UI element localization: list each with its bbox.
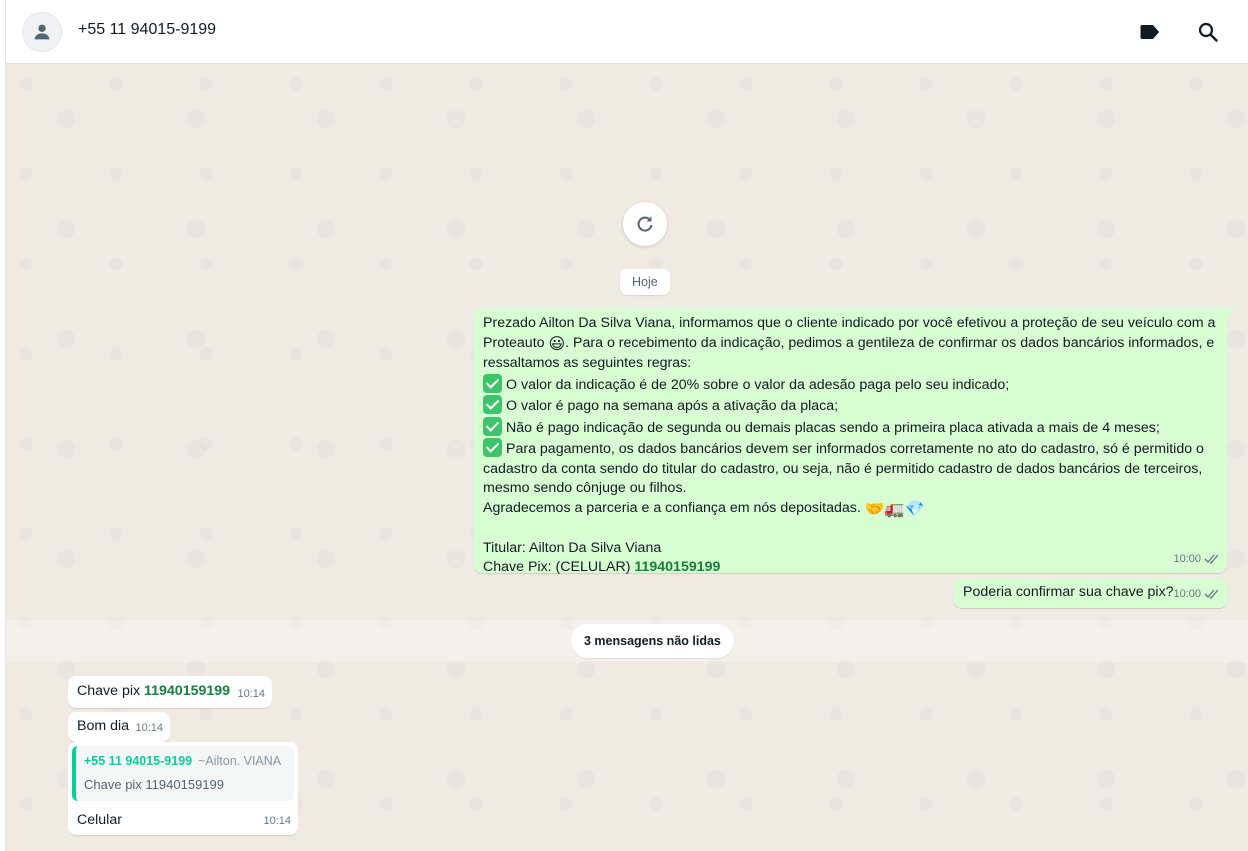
rule-4: Para pagamento, os dados bancários devem…	[483, 438, 1218, 499]
avatar-person-icon	[34, 24, 50, 40]
message-meta: 10:00	[1173, 550, 1220, 570]
search-icon	[1198, 22, 1218, 42]
message-time: 10:14	[263, 814, 291, 827]
message-text: Bom dia	[77, 718, 130, 734]
quote-author: +55 11 94015-9199 ~Ailton. VIANA	[84, 752, 286, 772]
quote-author-name: ~Ailton. VIANA	[198, 754, 282, 768]
thanks-line: Agradecemos a parceria e a confiança em …	[483, 499, 1218, 520]
check-mark-icon	[483, 438, 502, 457]
pix-prefix: Chave Pix: (CELULAR)	[483, 559, 635, 575]
search-button[interactable]	[1196, 20, 1220, 44]
message-time: 10:14	[237, 687, 265, 700]
message-bubble-bom-dia[interactable]: Bom dia 10:14	[68, 712, 170, 742]
message-bubble-quoted-reply[interactable]: +55 11 94015-9199 ~Ailton. VIANA Chave pi…	[68, 742, 298, 835]
message-meta: 10:14	[237, 685, 265, 705]
message-time: 10:00	[1173, 587, 1201, 600]
rule-text: O valor da indicação é de 20% sobre o va…	[506, 376, 1010, 393]
pix-number[interactable]: 11940159199	[634, 559, 720, 575]
smile-emoji: 😃	[548, 335, 566, 353]
bubble-tail	[1227, 308, 1235, 318]
label-icon	[1140, 25, 1159, 39]
label-button[interactable]	[1138, 20, 1162, 44]
rule-text: Não é pago indicação de segunda ou demai…	[506, 419, 1160, 436]
thanks-emojis: 🤝🚛💎	[864, 500, 925, 518]
load-earlier-button[interactable]	[623, 202, 667, 246]
message-meta: 10:14	[263, 812, 291, 832]
quote-author-number: +55 11 94015-9199	[84, 754, 193, 768]
pix-number[interactable]: 11940159199	[144, 683, 230, 699]
message-time: 10:14	[135, 721, 163, 734]
message-bubble-confirm[interactable]: Poderia confirmar sua chave pix? 10:00	[954, 578, 1227, 608]
check-mark-icon	[483, 416, 502, 436]
double-check-icon	[1204, 589, 1219, 600]
message-text: Celular	[77, 812, 122, 828]
message-text: Poderia confirmar sua chave pix?	[963, 584, 1174, 600]
message-intro: Prezado Ailton Da Silva Viana, informamo…	[483, 314, 1218, 374]
quoted-message[interactable]: +55 11 94015-9199 ~Ailton. VIANA Chave pi…	[72, 746, 294, 801]
pix-line: Chave Pix: (CELULAR) 11940159199	[483, 558, 1218, 578]
contact-avatar[interactable]	[22, 12, 62, 52]
rule-2: O valor é pago na semana após a ativação…	[483, 395, 1218, 417]
rule-text: O valor é pago na semana após a ativação…	[506, 398, 839, 414]
rule-text: Para pagamento, os dados bancários devem…	[483, 441, 1204, 496]
titular-line: Titular: Ailton Da Silva Viana	[483, 539, 662, 556]
chat-header: +55 11 94015-9199	[6, 0, 1248, 64]
check-mark-icon	[483, 395, 502, 414]
unread-badge: 3 mensagens não lidas	[571, 624, 734, 658]
date-chip: Hoje	[620, 269, 670, 295]
check-mark-icon	[483, 373, 502, 393]
message-text: Chave pix	[77, 683, 145, 699]
contact-name[interactable]: +55 11 94015-9199	[78, 21, 216, 39]
message-bubble-pix-key[interactable]: Chave pix 11940159199 10:14	[68, 676, 272, 708]
thanks-text: Agradecemos a parceria e a confiança em …	[483, 499, 861, 516]
intro-text-2: . Para o recebimento da indicação, pedim…	[483, 334, 1215, 372]
chat-area[interactable]: Hoje Prezado Ailton Da Silva Viana, info…	[6, 64, 1248, 851]
quote-text: Chave pix 11940159199	[84, 776, 224, 792]
refresh-icon	[637, 216, 653, 232]
message-meta: 10:14	[135, 719, 163, 739]
double-check-icon	[1204, 554, 1219, 565]
message-bubble-indication[interactable]: Prezado Ailton Da Silva Viana, informamo…	[474, 308, 1235, 575]
message-time: 10:00	[1173, 552, 1201, 565]
message-meta: 10:00	[1173, 585, 1220, 605]
rule-3: Não é pago indicação de segunda ou demai…	[483, 416, 1218, 439]
rule-1: O valor da indicação é de 20% sobre o va…	[483, 373, 1218, 396]
